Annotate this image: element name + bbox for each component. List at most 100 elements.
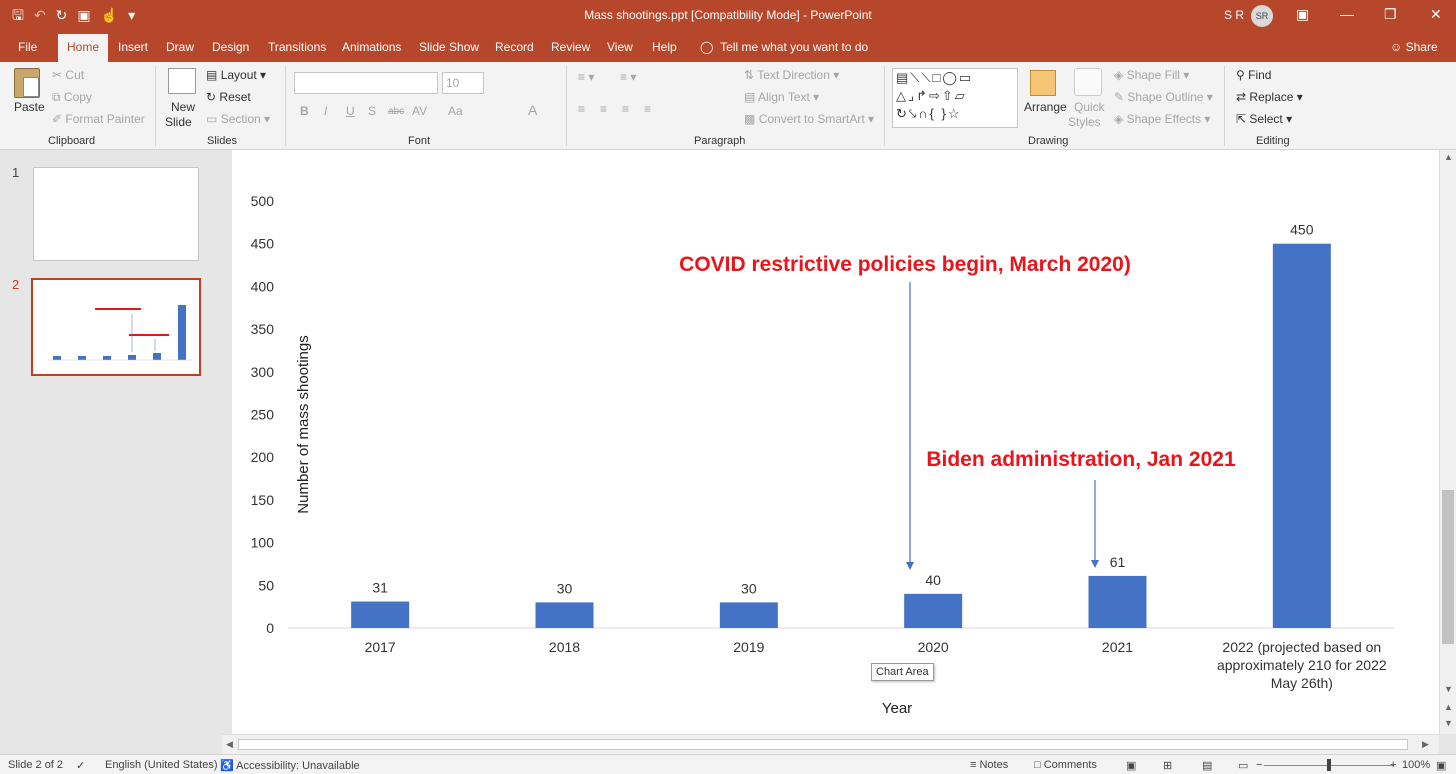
underline-button[interactable]: U (346, 104, 355, 118)
share-button[interactable]: ☺ Share (1390, 40, 1438, 54)
scroll-left-icon[interactable]: ◀ (226, 739, 233, 750)
strikethrough-button[interactable]: abc (388, 106, 404, 117)
paste-icon[interactable] (14, 68, 40, 98)
next-slide-icon[interactable]: ▼ (1444, 718, 1453, 728)
tab-draw[interactable]: Draw (166, 40, 194, 54)
notes-button[interactable]: ≡ Notes (970, 759, 1008, 771)
find-button[interactable]: ⚲ Find (1236, 68, 1271, 82)
quick-styles-button-line2[interactable]: Styles (1068, 115, 1101, 129)
clipboard-group-label: Clipboard (48, 135, 96, 147)
zoom-level[interactable]: 100% (1402, 759, 1430, 771)
tab-home[interactable]: Home (58, 34, 109, 62)
quick-styles-icon[interactable] (1074, 68, 1102, 96)
x-tick-label: May 26th) (1271, 675, 1333, 691)
convert-smartart-button[interactable]: ▩ Convert to SmartArt ▾ (744, 112, 874, 126)
tab-design[interactable]: Design (212, 40, 249, 54)
section-button[interactable]: ▭ Section ▾ (206, 112, 270, 126)
slide-counter: Slide 2 of 2 (8, 759, 64, 771)
scroll-right-icon[interactable]: ▶ (1422, 739, 1429, 750)
scroll-up-icon[interactable]: ▲ (1444, 152, 1453, 162)
bar (351, 601, 410, 628)
normal-view-icon[interactable]: ▣ (1126, 759, 1136, 772)
align-right-icon[interactable]: ≡ (622, 102, 629, 116)
reset-button[interactable]: ↻ Reset (206, 90, 251, 104)
shape-effects-button[interactable]: ◈ Shape Effects ▾ (1114, 112, 1210, 126)
arrange-button[interactable]: Arrange (1024, 100, 1067, 114)
tab-help[interactable]: Help (652, 40, 677, 54)
justify-icon[interactable]: ≡ (644, 102, 651, 116)
data-label: 30 (741, 580, 757, 596)
italic-button[interactable]: I (324, 104, 327, 118)
restore-icon[interactable]: ❐ (1384, 6, 1397, 23)
reading-view-icon[interactable]: ▤ (1202, 759, 1212, 772)
language-status[interactable]: English (United States) (105, 759, 218, 771)
align-center-icon[interactable]: ≡ (600, 102, 607, 116)
tell-me-search[interactable]: ◯ Tell me what you want to do (700, 40, 868, 54)
shape-fill-button[interactable]: ◈ Shape Fill ▾ (1114, 68, 1189, 82)
quick-styles-button[interactable]: Quick (1074, 100, 1105, 114)
change-case-button[interactable]: Aa (448, 104, 463, 118)
new-slide-button-line2[interactable]: Slide (165, 115, 192, 129)
vertical-scrollbar[interactable]: ▲ ▼ ▲ ▼ (1439, 150, 1456, 734)
spelling-icon[interactable]: ✓ (76, 759, 85, 772)
shapes-gallery[interactable]: ▤⟍⟍□◯▭ △⌟↱⇨⇧▱ ↻⤥∩{ }☆ (892, 68, 1018, 128)
close-icon[interactable]: ✕ (1430, 6, 1442, 23)
text-direction-button[interactable]: ⇅ Text Direction ▾ (744, 68, 839, 82)
comments-button[interactable]: □ Comments (1034, 759, 1097, 771)
bold-button[interactable]: B (300, 104, 309, 118)
previous-slide-icon[interactable]: ▲ (1444, 702, 1453, 712)
cut-button[interactable]: ✂ Cut (52, 68, 84, 82)
tab-review[interactable]: Review (551, 40, 590, 54)
slide[interactable]: 0 50 100 150 200 250 300 350 400 450 500 31 2017 30 20… (232, 150, 1439, 734)
new-slide-button[interactable]: New (171, 100, 195, 114)
accessibility-icon: ♿ (220, 760, 234, 772)
font-name-input[interactable] (294, 72, 438, 94)
layout-button[interactable]: ▤ Layout ▾ (206, 68, 266, 82)
zoom-slider-knob[interactable] (1327, 759, 1331, 771)
shape-outline-button[interactable]: ✎ Shape Outline ▾ (1114, 90, 1213, 104)
accessibility-status[interactable]: ♿ Accessibility: Unavailable (220, 759, 360, 772)
tab-record[interactable]: Record (495, 40, 534, 54)
slide-sorter-icon[interactable]: ⊞ (1163, 759, 1172, 772)
slideshow-view-icon[interactable]: ▭ (1238, 759, 1248, 772)
tab-slide-show[interactable]: Slide Show (419, 40, 479, 54)
avatar[interactable]: SR (1251, 5, 1273, 27)
effects-icon: ◈ (1114, 112, 1124, 126)
slide-thumbnail-2[interactable] (31, 278, 201, 376)
bullets-icon[interactable]: ≡ ▾ (578, 70, 594, 84)
new-slide-icon[interactable] (168, 68, 196, 94)
font-size-input[interactable]: 10 (442, 72, 484, 94)
tab-insert[interactable]: Insert (118, 40, 148, 54)
arrange-icon[interactable] (1030, 70, 1056, 96)
scroll-down-icon[interactable]: ▼ (1444, 684, 1453, 694)
zoom-in-icon[interactable]: + (1390, 759, 1396, 771)
minimize-icon[interactable]: — (1340, 6, 1354, 22)
shadow-button[interactable]: S (368, 104, 376, 118)
tab-view[interactable]: View (607, 40, 633, 54)
copy-button[interactable]: ⧉ Copy (52, 90, 92, 105)
format-painter-button[interactable]: ✐ Format Painter (52, 112, 145, 126)
align-left-icon[interactable]: ≡ (578, 102, 585, 116)
horizontal-scroll-thumb[interactable] (238, 739, 1408, 750)
vertical-scroll-thumb[interactable] (1442, 490, 1454, 644)
chart-area[interactable]: 0 50 100 150 200 250 300 350 400 450 500 31 2017 30 20… (232, 150, 1439, 734)
tab-transitions[interactable]: Transitions (268, 40, 326, 54)
tab-animations[interactable]: Animations (342, 40, 401, 54)
slide-thumbnail-1[interactable] (33, 167, 199, 261)
tab-file[interactable]: File (18, 40, 37, 54)
character-spacing-button[interactable]: AV (412, 104, 427, 118)
align-text-button[interactable]: ▤ Align Text ▾ (744, 90, 819, 104)
numbering-icon[interactable]: ≡ ▾ (620, 70, 636, 84)
select-button[interactable]: ⇱ Select ▾ (1236, 112, 1292, 126)
font-color-button[interactable]: A (528, 102, 537, 118)
separator (566, 66, 567, 146)
fit-slide-icon[interactable]: ▣ (1436, 759, 1446, 772)
zoom-out-icon[interactable]: − (1256, 759, 1262, 771)
notes-icon: ≡ (970, 759, 977, 771)
data-label: 450 (1290, 222, 1314, 238)
replace-button[interactable]: ⇄ Replace ▾ (1236, 90, 1303, 104)
paste-button[interactable]: Paste (14, 100, 45, 114)
section-icon: ▭ (206, 112, 218, 126)
ribbon-display-icon[interactable]: ▣ (1296, 6, 1309, 23)
horizontal-scrollbar[interactable]: ◀ ▶ (222, 734, 1439, 754)
